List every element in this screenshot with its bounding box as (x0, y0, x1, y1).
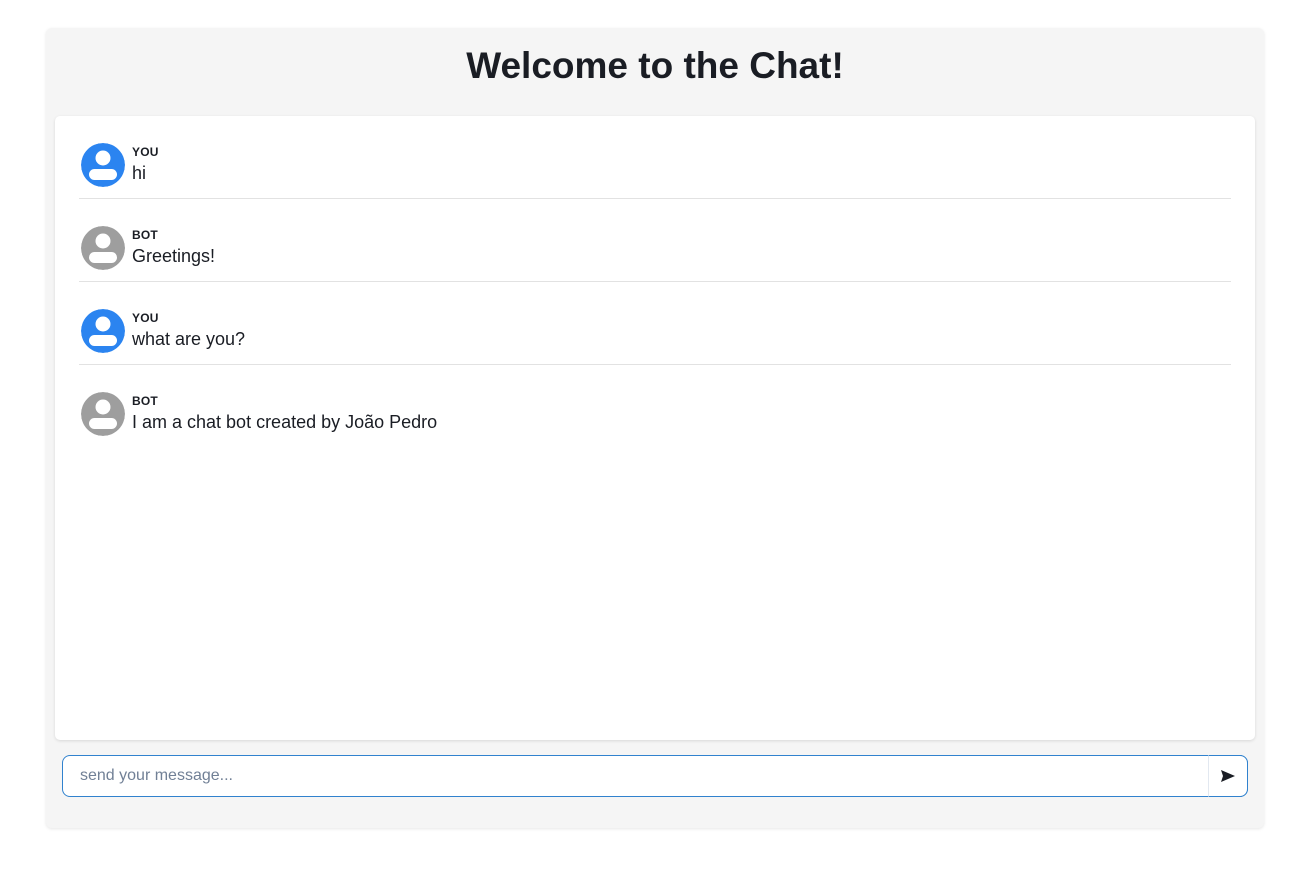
message-text: what are you? (132, 329, 246, 349)
user-avatar-icon (81, 143, 125, 187)
page-title: Welcome to the Chat! (466, 45, 844, 86)
message-text: hi (132, 163, 147, 183)
send-icon (1221, 770, 1235, 782)
chat-app: Welcome to the Chat! YOU hi BOT Greeting… (46, 28, 1264, 828)
message-list[interactable]: YOU hi BOT Greetings! YOU what are you? … (55, 116, 1255, 740)
message-text: Greetings! (132, 246, 216, 266)
message-text: I am a chat bot created by João Pedro (132, 412, 438, 432)
message-item: YOU hi (79, 116, 1231, 199)
message-sender: BOT (132, 228, 158, 242)
bot-avatar-icon (81, 392, 125, 436)
message-item: BOT Greetings! (79, 199, 1231, 282)
message-input[interactable] (62, 755, 1248, 797)
message-composer (62, 755, 1248, 797)
message-item: BOT I am a chat bot created by João Pedr… (79, 365, 1231, 448)
message-item: YOU what are you? (79, 282, 1231, 365)
message-sender: YOU (132, 311, 159, 325)
send-button[interactable] (1208, 755, 1248, 797)
message-sender: YOU (132, 145, 159, 159)
user-avatar-icon (81, 309, 125, 353)
bot-avatar-icon (81, 226, 125, 270)
message-sender: BOT (132, 394, 158, 408)
